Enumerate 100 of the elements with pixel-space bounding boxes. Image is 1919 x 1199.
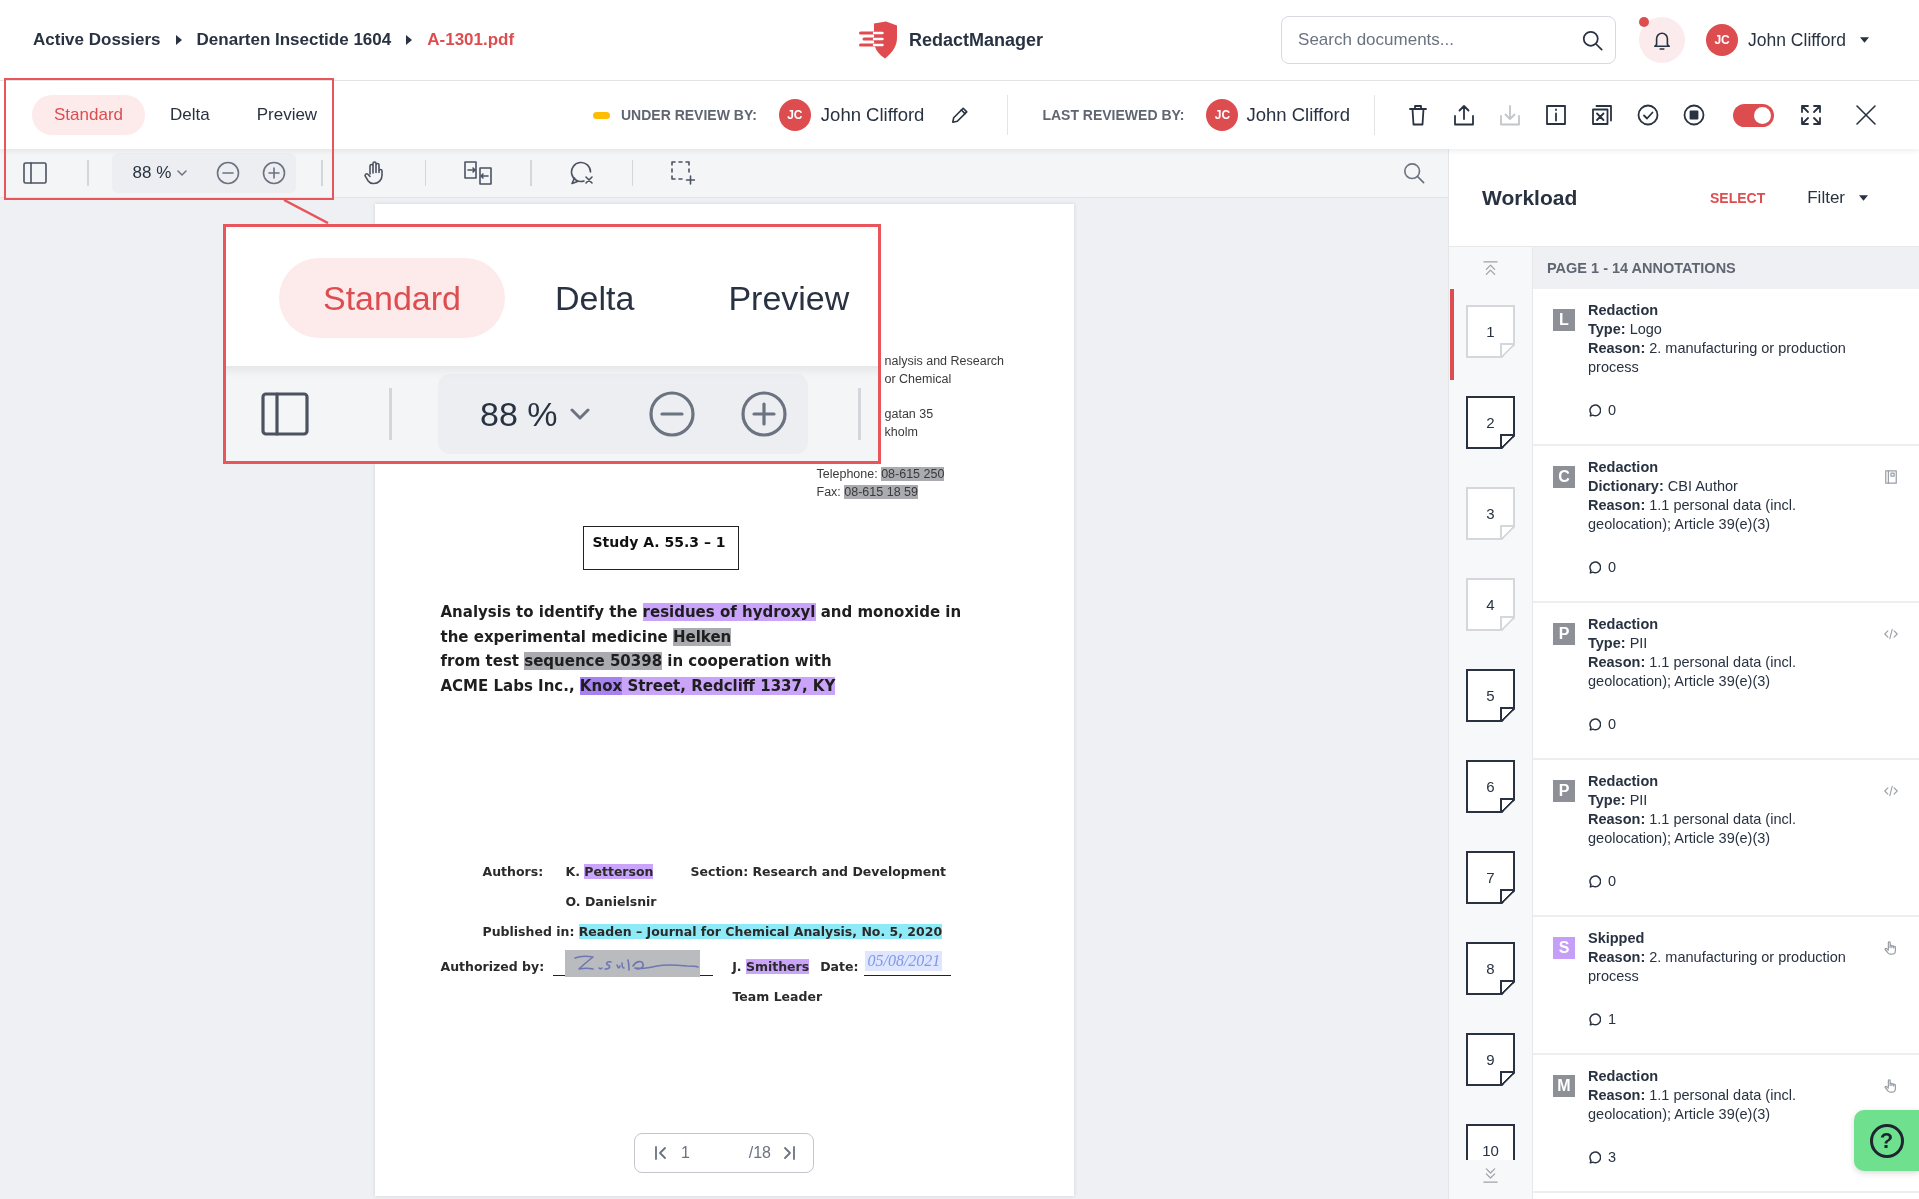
- field-label: Date:: [820, 958, 859, 976]
- stop-circle-icon[interactable]: [1683, 104, 1705, 126]
- user-avatar: JC: [1206, 99, 1239, 131]
- search-field[interactable]: Search documents...: [1281, 16, 1617, 64]
- close-icon[interactable]: [1855, 104, 1877, 126]
- comment-icon[interactable]: [1588, 404, 1601, 417]
- page-thumbnail[interactable]: 1: [1466, 305, 1515, 358]
- view-tab[interactable]: Preview: [684, 258, 878, 338]
- page-thumbnail[interactable]: 4: [1466, 578, 1515, 631]
- comment-count: 0: [1608, 401, 1617, 420]
- minus-circle-icon[interactable]: [216, 161, 241, 185]
- comment-icon[interactable]: [1588, 1013, 1601, 1026]
- annotation-title: Redaction: [1588, 615, 1659, 634]
- plus-circle-icon[interactable]: [262, 161, 287, 185]
- last-page-icon[interactable]: [783, 1146, 795, 1160]
- address-text: kholm: [884, 423, 918, 441]
- user-name[interactable]: John Clifford: [1748, 29, 1846, 51]
- annotation-type-badge: P: [1553, 623, 1575, 645]
- annotation-detail: Reason: 1.1 personal data (incl. geolocation); Article 39(e)(3): [1588, 496, 1797, 534]
- handwritten-date: 05/08/2021: [865, 951, 943, 971]
- sidebar-toggle-icon[interactable]: [23, 162, 47, 184]
- comment-count: 0: [1608, 872, 1617, 891]
- annotation-detail: Reason: 1.1 personal data (incl. geolocation); Article 39(e)(3): [1588, 810, 1797, 848]
- annotation-detail: Reason: 2. manufacturing or production process: [1588, 948, 1847, 986]
- comment-icon[interactable]: [1588, 875, 1601, 888]
- contact-text: Telephone: 08-615 250: [816, 466, 945, 483]
- app-name: RedactManager: [908, 29, 1043, 51]
- breadcrumb-link[interactable]: Denarten Insectide 1604: [196, 30, 392, 50]
- role-text: Team Leader: [732, 989, 823, 1004]
- annotation-detail: Dictionary: CBI Author: [1588, 477, 1739, 496]
- check-circle-icon[interactable]: [1637, 104, 1659, 126]
- address-text: gatan 35: [884, 406, 934, 423]
- first-page-icon[interactable]: [655, 1146, 667, 1160]
- caret-down-icon: [1859, 194, 1868, 201]
- filter-dropdown[interactable]: Filter: [1807, 187, 1868, 208]
- help-button[interactable]: ?: [1854, 1110, 1919, 1171]
- user-avatar: JC: [778, 99, 811, 131]
- annotation-title: Redaction: [1588, 458, 1659, 477]
- caret-down-icon[interactable]: [1860, 37, 1869, 43]
- highlighted-text: Knox: [579, 676, 623, 695]
- fullscreen-icon[interactable]: [1800, 104, 1822, 126]
- page-thumbnail[interactable]: 8: [1466, 942, 1515, 995]
- select-button[interactable]: SELECT: [1710, 189, 1766, 206]
- upload-icon[interactable]: [1453, 104, 1475, 126]
- highlighted-text: residues of hydroxyl: [642, 603, 816, 621]
- document-title: Analysis to identify the residues of hydroxyl and monoxide in the experimental medicine Helken from test sequence 50398 in cooperation with ACME Labs Inc., Knox Street, Redcliff 1337, KY: [440, 602, 962, 697]
- zoom-dropdown[interactable]: 88 %: [132, 163, 188, 183]
- pencil-icon[interactable]: [951, 106, 970, 124]
- address-text: nalysis and Research: [884, 353, 1004, 370]
- comment-count: 0: [1608, 715, 1617, 734]
- annotation-type-badge: L: [1553, 309, 1575, 331]
- view-tab[interactable]: Delta: [511, 258, 679, 338]
- plus-circle-icon[interactable]: [739, 390, 788, 438]
- page-count: /18: [748, 1144, 771, 1162]
- sidebar-toggle-icon[interactable]: [261, 392, 309, 436]
- caret-right-icon: [175, 35, 182, 45]
- comment-icon[interactable]: [1588, 1151, 1601, 1164]
- chevron-down-icon: [177, 170, 188, 176]
- annotation-detail: Reason: 1.1 personal data (incl. geolocation); Article 39(e)(3): [1588, 1086, 1797, 1124]
- view-tab[interactable]: Preview: [234, 95, 340, 135]
- page-thumbnail[interactable]: 6: [1466, 760, 1515, 813]
- reviewer-name: John Clifford: [820, 104, 925, 126]
- review-label: LAST REVIEWED BY:: [1042, 107, 1185, 123]
- speech-bubble-x-icon[interactable]: [569, 161, 594, 185]
- redaction-toggle[interactable]: [1733, 103, 1774, 127]
- page-thumbnail[interactable]: 5: [1466, 669, 1515, 722]
- highlighted-text: Helken: [673, 627, 732, 646]
- highlighted-text: 08-615 250: [881, 467, 945, 481]
- page-thumbnail[interactable]: 2: [1466, 396, 1515, 449]
- annotations-header: PAGE 1 - 14 ANNOTATIONS: [1533, 247, 1919, 289]
- highlighted-text: sequence 50398: [524, 652, 663, 670]
- comment-icon[interactable]: [1588, 561, 1601, 574]
- page-thumbnail[interactable]: 3: [1466, 487, 1515, 540]
- breadcrumb-link[interactable]: A-1301.pdf: [427, 30, 515, 50]
- chevron-down-icon: [569, 408, 590, 420]
- view-tab[interactable]: Delta: [148, 95, 232, 135]
- notifications-button[interactable]: [1639, 17, 1686, 63]
- zoom-dropdown[interactable]: 88 %: [480, 394, 590, 434]
- caret-right-icon: [406, 35, 413, 45]
- info-icon[interactable]: [1545, 104, 1567, 126]
- annotation-detail: Type: Logo: [1588, 320, 1663, 339]
- view-tab[interactable]: Standard: [32, 95, 145, 135]
- highlighted-text: Readen – Journal for Chemical Analysis, No. 5, 2020: [578, 924, 943, 939]
- minus-circle-icon[interactable]: [647, 390, 696, 438]
- dashed-rectangle-plus-icon[interactable]: [671, 161, 696, 185]
- page-thumbnail[interactable]: 7: [1466, 851, 1515, 904]
- compare-documents-icon[interactable]: [464, 161, 493, 185]
- page-number-field[interactable]: 1: [677, 1144, 717, 1162]
- layered-squares-x-icon[interactable]: [1591, 104, 1613, 126]
- trash-icon[interactable]: [1407, 104, 1429, 126]
- comment-icon[interactable]: [1588, 718, 1601, 731]
- search-icon[interactable]: [1582, 29, 1604, 51]
- comment-count: 1: [1608, 1010, 1617, 1029]
- breadcrumb-link[interactable]: Active Dossiers: [33, 30, 161, 50]
- review-label: UNDER REVIEW BY:: [621, 107, 757, 123]
- book-icon: [1884, 470, 1898, 484]
- annotation-type-badge: M: [1553, 1075, 1575, 1097]
- comment-count: 0: [1608, 558, 1617, 577]
- page-thumbnail[interactable]: 9: [1466, 1033, 1515, 1086]
- author-name: K. Petterson: [565, 863, 654, 881]
